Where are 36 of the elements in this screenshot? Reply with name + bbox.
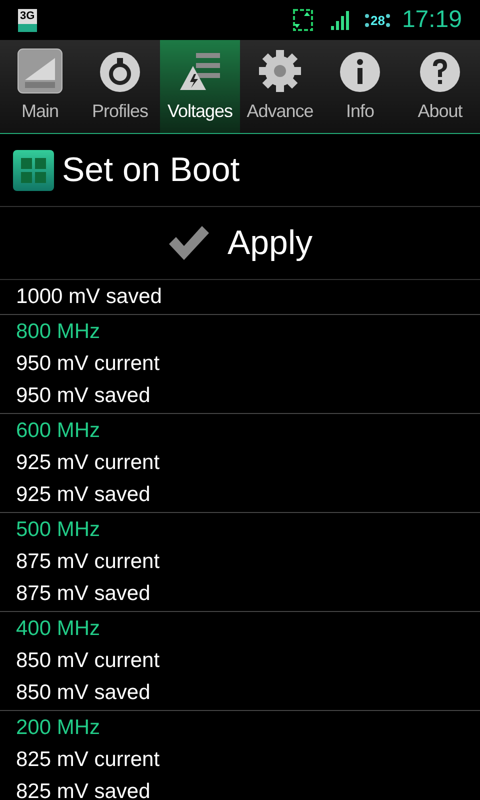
tab[interactable]: Profiles <box>80 40 160 133</box>
help-icon <box>418 50 462 94</box>
frequency-label: 500 MHz <box>15 517 102 544</box>
tab[interactable]: Main <box>0 40 80 133</box>
network-badge: 3G <box>18 8 37 32</box>
current-voltage: 925 mV current <box>15 450 161 476</box>
saved-voltage: 875 mV saved <box>15 581 152 608</box>
current-voltage: 850 mV current <box>15 648 161 674</box>
battery-level: 28 <box>365 14 390 26</box>
current-voltage: 825 mV current <box>15 747 161 774</box>
checkbox[interactable] <box>13 150 54 190</box>
saved-voltage: 825 mV saved <box>15 779 152 800</box>
check-icon <box>167 224 212 262</box>
ring-icon <box>98 50 142 94</box>
clock: 17:19 <box>402 5 462 35</box>
checkbox-label: Set on Boot <box>62 150 240 190</box>
signal-icon <box>329 9 352 31</box>
tab[interactable]: Voltages <box>160 40 240 133</box>
frequency-label: 200 MHz <box>15 715 102 742</box>
tab[interactable]: About <box>400 40 480 133</box>
current-voltage: 950 mV current <box>15 351 161 378</box>
apply-button[interactable]: Apply <box>0 207 480 280</box>
saved-voltage: 950 mV saved <box>15 383 152 410</box>
chart-tile-icon <box>17 48 63 94</box>
frequency-label: 800 MHz <box>15 319 102 346</box>
tab[interactable]: Info <box>320 40 400 133</box>
saved-voltage: 1000 mV saved <box>15 284 163 310</box>
frequency-label: 600 MHz <box>15 418 102 444</box>
gear-icon <box>257 48 303 94</box>
frequency-label: 400 MHz <box>15 616 102 642</box>
saved-voltage: 850 mV saved <box>15 680 152 706</box>
tab[interactable]: Advance <box>240 40 320 133</box>
info-icon <box>338 50 382 94</box>
current-voltage: 875 mV current <box>15 549 161 576</box>
data-transfer-icon <box>293 9 314 31</box>
saved-voltage: 925 mV saved <box>15 482 152 508</box>
